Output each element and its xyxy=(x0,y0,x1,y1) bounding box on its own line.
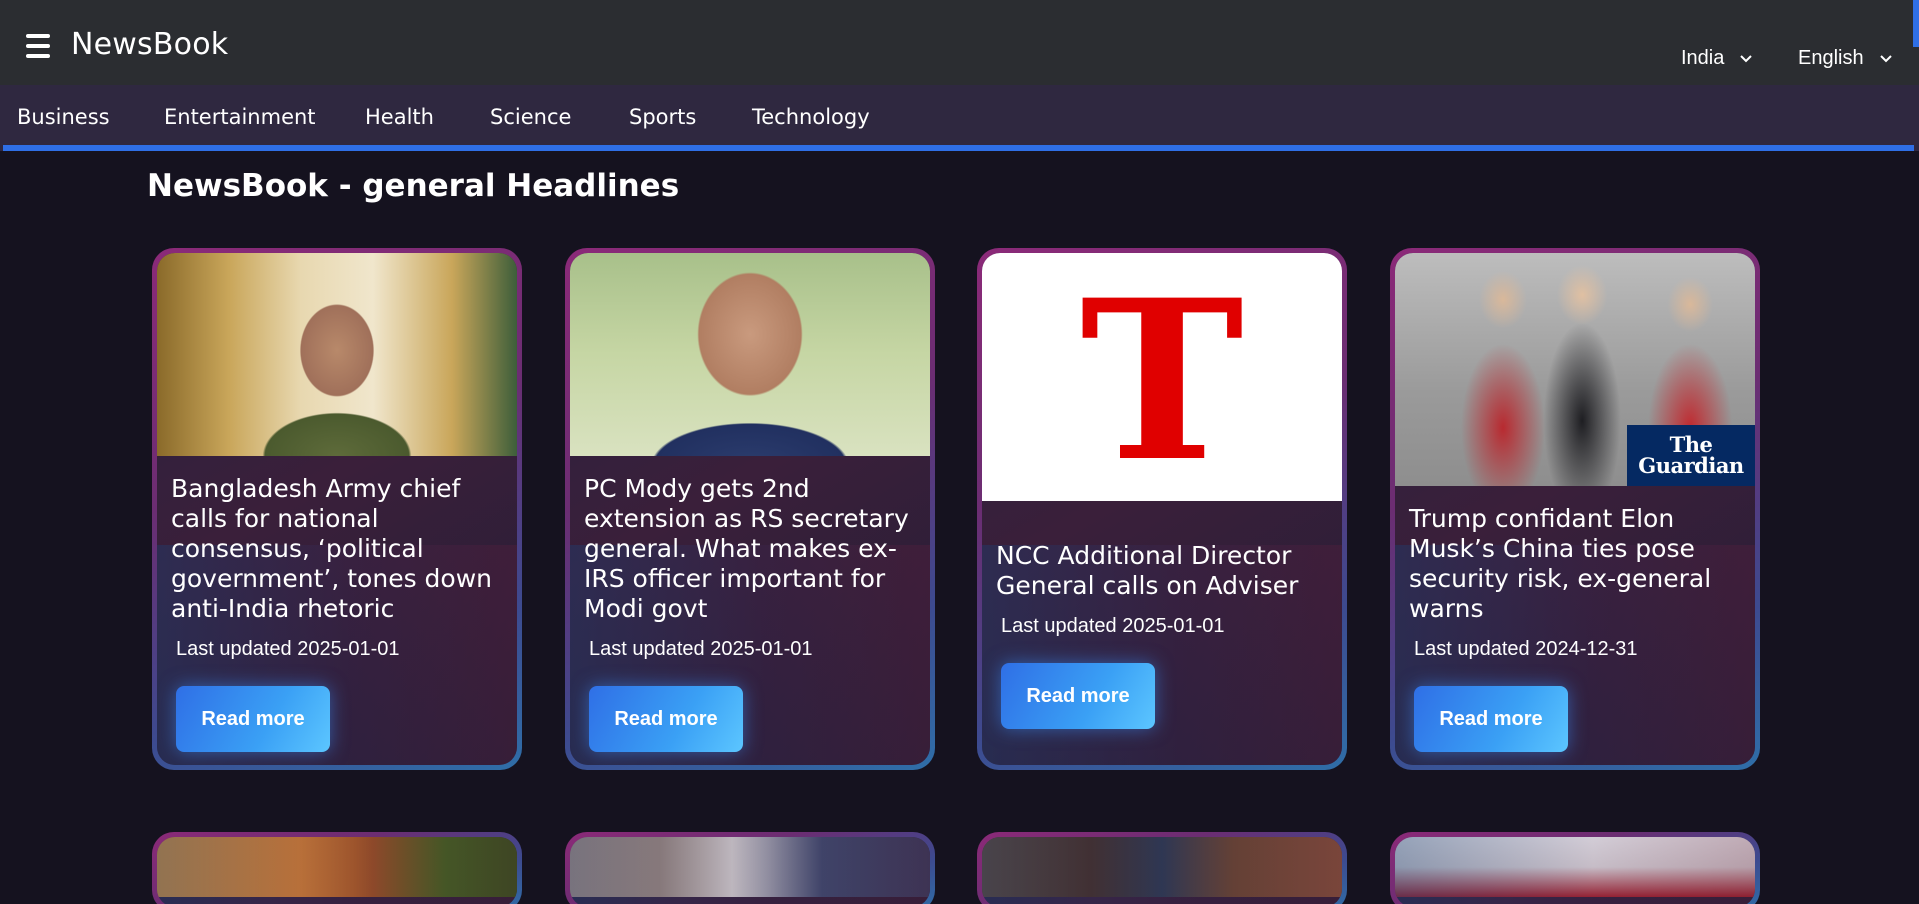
news-updated: Last updated 2025-01-01 xyxy=(176,638,400,660)
page-title: NewsBook - general Headlines xyxy=(147,168,680,204)
news-image[interactable]: The Guardian xyxy=(1395,253,1755,486)
scroll-edge-accent xyxy=(1913,0,1919,47)
news-image[interactable] xyxy=(982,837,1342,897)
read-more-button[interactable]: Read more xyxy=(176,686,330,752)
news-updated: Last updated 2025-01-01 xyxy=(1001,615,1225,637)
news-card xyxy=(1390,832,1760,904)
category-nav: Business Entertainment Health Science Sp… xyxy=(0,85,1919,151)
news-title: NCC Additional Director General calls on… xyxy=(996,541,1299,600)
news-card xyxy=(977,832,1347,904)
news-updated: Last updated 2025-01-01 xyxy=(589,638,813,660)
news-title: Bangladesh Army chief calls for national… xyxy=(171,474,492,623)
brand-title[interactable]: NewsBook xyxy=(71,27,228,62)
news-card xyxy=(565,832,935,904)
language-select-value: English xyxy=(1798,47,1864,69)
news-title: PC Mody gets 2nd extension as RS secreta… xyxy=(584,474,909,623)
news-image[interactable] xyxy=(570,837,930,897)
read-more-button[interactable]: Read more xyxy=(1001,663,1155,729)
news-image[interactable] xyxy=(1395,837,1755,897)
language-select[interactable]: English xyxy=(1798,47,1894,70)
news-image[interactable]: T xyxy=(982,253,1342,501)
news-card: T NCC Additional Director General calls … xyxy=(977,248,1347,770)
hamburger-menu-icon[interactable] xyxy=(26,34,50,58)
chevron-down-icon xyxy=(1879,54,1892,62)
news-title: Trump confidant Elon Musk’s China ties p… xyxy=(1409,504,1712,623)
category-entertainment[interactable]: Entertainment xyxy=(164,105,316,129)
nav-underline xyxy=(3,145,1914,151)
news-card xyxy=(152,832,522,904)
category-technology[interactable]: Technology xyxy=(752,105,870,129)
country-select-value: India xyxy=(1681,47,1725,69)
country-select[interactable]: India xyxy=(1681,47,1754,70)
category-sports[interactable]: Sports xyxy=(629,105,696,129)
news-image[interactable] xyxy=(570,253,930,456)
news-card: The Guardian Trump confidant Elon Musk’s… xyxy=(1390,248,1760,770)
top-navbar: NewsBook India English xyxy=(0,0,1919,85)
news-card: PC Mody gets 2nd extension as RS secreta… xyxy=(565,248,935,770)
category-health[interactable]: Health xyxy=(365,105,434,129)
category-science[interactable]: Science xyxy=(490,105,571,129)
guardian-watermark: The Guardian xyxy=(1627,425,1755,486)
news-card: Bangladesh Army chief calls for national… xyxy=(152,248,522,770)
read-more-button[interactable]: Read more xyxy=(589,686,743,752)
read-more-button[interactable]: Read more xyxy=(1414,686,1568,752)
news-image[interactable] xyxy=(157,253,517,456)
chevron-down-icon xyxy=(1740,54,1753,62)
category-business[interactable]: Business xyxy=(17,105,110,129)
t-logo: T xyxy=(1080,253,1244,501)
news-image[interactable] xyxy=(157,837,517,897)
news-updated: Last updated 2024-12-31 xyxy=(1414,638,1638,660)
